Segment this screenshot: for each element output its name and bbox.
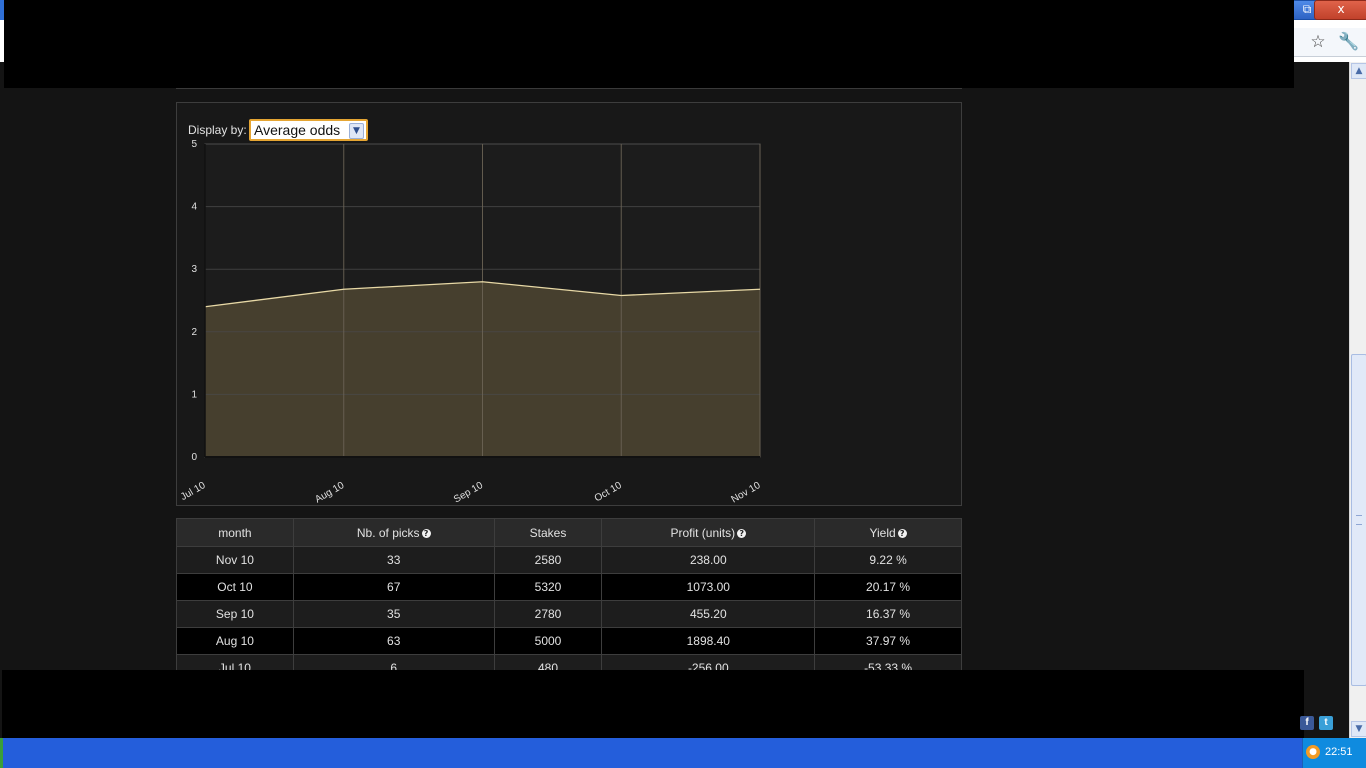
table-header-row: month Nb. of picks? Stakes Profit (units… bbox=[176, 518, 962, 547]
cell-yield: 37.97 % bbox=[814, 627, 962, 655]
bookmark-star-icon[interactable]: ☆ bbox=[1307, 31, 1329, 53]
cell-yield: 16.37 % bbox=[814, 600, 962, 628]
table-row: Nov 10 33 2580 238.00 9.22 % bbox=[176, 546, 962, 574]
cell-picks: 33 bbox=[292, 546, 495, 574]
cell-picks: 67 bbox=[292, 573, 495, 601]
scroll-down-icon[interactable]: ▼ bbox=[1351, 721, 1366, 737]
x-tick-label: Sep 10 bbox=[452, 480, 485, 504]
table-row: Oct 10 67 5320 1073.00 20.17 % bbox=[176, 573, 962, 601]
cell-profit: 455.20 bbox=[601, 600, 816, 628]
col-header-yield[interactable]: Yield? bbox=[814, 518, 962, 547]
restore-icon: ⧉ bbox=[1302, 2, 1312, 16]
cell-stakes: 5320 bbox=[493, 573, 603, 601]
section-divider bbox=[176, 88, 962, 89]
redacted-region-top bbox=[4, 0, 1294, 88]
x-tick-label: Aug 10 bbox=[313, 480, 346, 504]
cell-profit: 1073.00 bbox=[601, 573, 816, 601]
help-icon[interactable]: ? bbox=[737, 528, 747, 538]
x-tick-label: Nov 10 bbox=[730, 480, 763, 504]
x-tick-label: Jul 10 bbox=[179, 480, 208, 503]
y-tick-label: 0 bbox=[191, 452, 197, 463]
y-tick-label: 5 bbox=[191, 139, 197, 150]
cell-stakes: 2780 bbox=[493, 600, 603, 628]
taskbar bbox=[0, 738, 1366, 768]
col-header-stakes[interactable]: Stakes bbox=[493, 518, 603, 547]
cell-month: Nov 10 bbox=[176, 546, 294, 574]
cell-stakes: 2580 bbox=[493, 546, 603, 574]
scroll-up-icon[interactable]: ▲ bbox=[1351, 63, 1366, 79]
table-row: Aug 10 63 5000 1898.40 37.97 % bbox=[176, 627, 962, 655]
start-button-edge[interactable] bbox=[0, 738, 3, 768]
cell-profit: 1898.40 bbox=[601, 627, 816, 655]
facebook-icon[interactable]: f bbox=[1300, 716, 1314, 730]
page-scrollbar[interactable]: ▲ ▼ bbox=[1349, 62, 1366, 738]
y-tick-label: 4 bbox=[191, 202, 197, 213]
cell-month: Oct 10 bbox=[176, 573, 294, 601]
monthly-stats-table: month Nb. of picks? Stakes Profit (units… bbox=[176, 518, 962, 682]
cell-picks: 63 bbox=[292, 627, 495, 655]
help-icon[interactable]: ? bbox=[897, 528, 907, 538]
y-tick-label: 3 bbox=[191, 264, 197, 275]
col-header-month[interactable]: month bbox=[176, 518, 294, 547]
x-tick-label: Oct 10 bbox=[593, 480, 624, 504]
y-tick-label: 1 bbox=[191, 389, 197, 400]
close-window-button[interactable]: x bbox=[1314, 0, 1366, 20]
cell-month: Aug 10 bbox=[176, 627, 294, 655]
average-odds-chart: 0 1 2 3 4 5 Jul 10 Aug 10 Sep 10 Oct 10 Nov 10 bbox=[179, 139, 763, 504]
cell-yield: 20.17 % bbox=[814, 573, 962, 601]
cell-picks: 35 bbox=[292, 600, 495, 628]
col-header-picks[interactable]: Nb. of picks? bbox=[292, 518, 495, 547]
help-icon[interactable]: ? bbox=[421, 528, 431, 538]
twitter-icon[interactable]: t bbox=[1319, 716, 1333, 730]
scroll-thumb[interactable] bbox=[1351, 354, 1366, 686]
cell-yield: 9.22 % bbox=[814, 546, 962, 574]
col-header-profit[interactable]: Profit (units)? bbox=[601, 518, 816, 547]
cell-stakes: 5000 bbox=[493, 627, 603, 655]
tray-app-icon[interactable]: ● bbox=[1306, 745, 1320, 759]
cell-month: Sep 10 bbox=[176, 600, 294, 628]
grip-icon bbox=[1356, 515, 1362, 525]
system-tray: ● 22:51 bbox=[1302, 738, 1366, 768]
toolbar-right: ☆ 🔧 bbox=[1294, 28, 1366, 57]
y-tick-label: 2 bbox=[191, 327, 197, 338]
wrench-menu-icon[interactable]: 🔧 bbox=[1338, 31, 1360, 53]
close-icon: x bbox=[1337, 2, 1345, 16]
cell-profit: 238.00 bbox=[601, 546, 816, 574]
clock: 22:51 bbox=[1325, 746, 1353, 758]
table-row: Sep 10 35 2780 455.20 16.37 % bbox=[176, 600, 962, 628]
